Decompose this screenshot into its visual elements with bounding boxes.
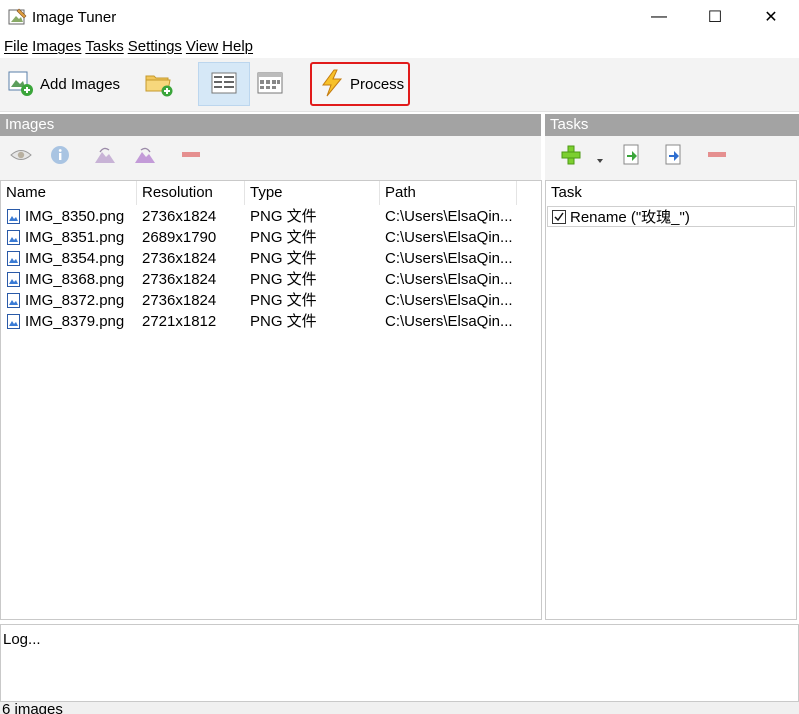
cell-resolution: 2736x1824 [142, 208, 217, 225]
remove-task-icon[interactable] [706, 144, 728, 166]
cell-resolution: 2736x1824 [142, 271, 217, 288]
column-name[interactable]: Name [1, 181, 137, 205]
status-text: 6 images [2, 702, 63, 714]
cell-type: PNG 文件 [250, 313, 317, 330]
details-view-icon [211, 72, 237, 97]
thumbnail-view-button[interactable] [256, 62, 284, 106]
column-type[interactable]: Type [245, 181, 380, 205]
log-pane: Log... [0, 624, 799, 702]
title-bar: Image Tuner — ☐ ✕ [0, 0, 799, 34]
menu-settings[interactable]: Settings [128, 38, 182, 55]
maximize-icon: ☐ [707, 9, 723, 26]
dropdown-arrow-icon[interactable] [594, 150, 606, 172]
minimize-icon: — [651, 8, 667, 25]
table-row[interactable]: IMG_8372.png 2736x1824 PNG 文件 C:\Users\E… [1, 290, 541, 311]
image-file-icon [7, 272, 20, 287]
minimize-button[interactable]: — [631, 0, 687, 34]
image-file-icon [7, 251, 20, 266]
remove-icon[interactable] [180, 144, 202, 166]
cell-path: C:\Users\ElsaQin... [385, 313, 513, 330]
cell-resolution: 2689x1790 [142, 229, 217, 246]
cell-type: PNG 文件 [250, 271, 317, 288]
process-button[interactable]: Process [310, 62, 410, 106]
cell-path: C:\Users\ElsaQin... [385, 229, 513, 246]
maximize-button[interactable]: ☐ [687, 0, 743, 34]
cell-type: PNG 文件 [250, 250, 317, 267]
menu-tasks[interactable]: Tasks [85, 38, 123, 55]
rotate-right-icon[interactable] [134, 144, 156, 166]
cell-path: C:\Users\ElsaQin... [385, 250, 513, 267]
cell-type: PNG 文件 [250, 292, 317, 309]
table-row[interactable]: IMG_8351.png 2689x1790 PNG 文件 C:\Users\E… [1, 227, 541, 248]
column-task[interactable]: Task [546, 181, 796, 205]
main-toolbar: Add Images Process [0, 58, 799, 112]
tasks-subtoolbar [545, 136, 799, 180]
menu-images[interactable]: Images [32, 38, 81, 55]
cell-name: IMG_8379.png [25, 313, 125, 330]
lightning-icon [320, 69, 344, 100]
add-folder-icon [144, 69, 174, 100]
column-resolution[interactable]: Resolution [137, 181, 245, 205]
images-panel-header: Images [0, 114, 541, 136]
image-file-icon [7, 293, 20, 308]
column-path[interactable]: Path [380, 181, 517, 205]
add-images-button[interactable]: Add Images [8, 62, 120, 106]
task-checkbox[interactable] [552, 210, 566, 224]
cell-type: PNG 文件 [250, 208, 317, 225]
info-icon[interactable] [49, 144, 71, 166]
app-icon [8, 7, 28, 27]
close-icon: ✕ [764, 9, 778, 26]
table-row[interactable]: IMG_8379.png 2721x1812 PNG 文件 C:\Users\E… [1, 311, 541, 332]
tasks-panel-header: Tasks [545, 114, 799, 136]
move-up-icon[interactable] [621, 144, 643, 166]
images-list: Name Resolution Type Path IMG_8350.png 2… [0, 180, 542, 620]
cell-name: IMG_8351.png [25, 229, 125, 246]
cell-name: IMG_8368.png [25, 271, 125, 288]
process-label: Process [350, 75, 405, 93]
add-task-icon[interactable] [560, 144, 582, 166]
cell-resolution: 2736x1824 [142, 292, 217, 309]
table-row[interactable]: IMG_8354.png 2736x1824 PNG 文件 C:\Users\E… [1, 248, 541, 269]
cell-type: PNG 文件 [250, 229, 317, 246]
add-images-label: Add Images [40, 75, 121, 93]
log-text: Log... [3, 631, 41, 648]
menu-view[interactable]: View [186, 38, 218, 55]
cell-path: C:\Users\ElsaQin... [385, 271, 513, 288]
add-images-icon [8, 69, 34, 100]
cell-name: IMG_8354.png [25, 250, 125, 267]
image-file-icon [7, 230, 20, 245]
task-item[interactable]: Rename ("玫瑰_") [547, 206, 795, 227]
cell-resolution: 2721x1812 [142, 313, 217, 330]
cell-name: IMG_8372.png [25, 292, 125, 309]
table-row[interactable]: IMG_8368.png 2736x1824 PNG 文件 C:\Users\E… [1, 269, 541, 290]
close-button[interactable]: ✕ [743, 0, 799, 34]
menu-file[interactable]: File [4, 38, 28, 55]
image-file-icon [7, 209, 20, 224]
cell-name: IMG_8350.png [25, 208, 125, 225]
menu-help[interactable]: Help [222, 38, 253, 55]
image-file-icon [7, 314, 20, 329]
window-title: Image Tuner [32, 8, 117, 26]
task-label: Rename ("玫瑰_") [570, 209, 690, 226]
images-subtoolbar [0, 136, 541, 180]
cell-path: C:\Users\ElsaQin... [385, 292, 513, 309]
add-folder-button[interactable] [144, 62, 174, 106]
table-row[interactable]: IMG_8350.png 2736x1824 PNG 文件 C:\Users\E… [1, 206, 541, 227]
menu-bar: File Images Tasks Settings View Help [0, 34, 799, 58]
details-view-button[interactable] [198, 62, 250, 106]
thumbnail-view-icon [257, 72, 283, 97]
tasks-list: Task Rename ("玫瑰_") [545, 180, 797, 620]
move-down-icon[interactable] [663, 144, 685, 166]
rotate-left-icon[interactable] [94, 144, 116, 166]
eye-icon[interactable] [10, 144, 32, 166]
status-bar: 6 images [0, 702, 799, 714]
cell-path: C:\Users\ElsaQin... [385, 208, 513, 225]
cell-resolution: 2736x1824 [142, 250, 217, 267]
